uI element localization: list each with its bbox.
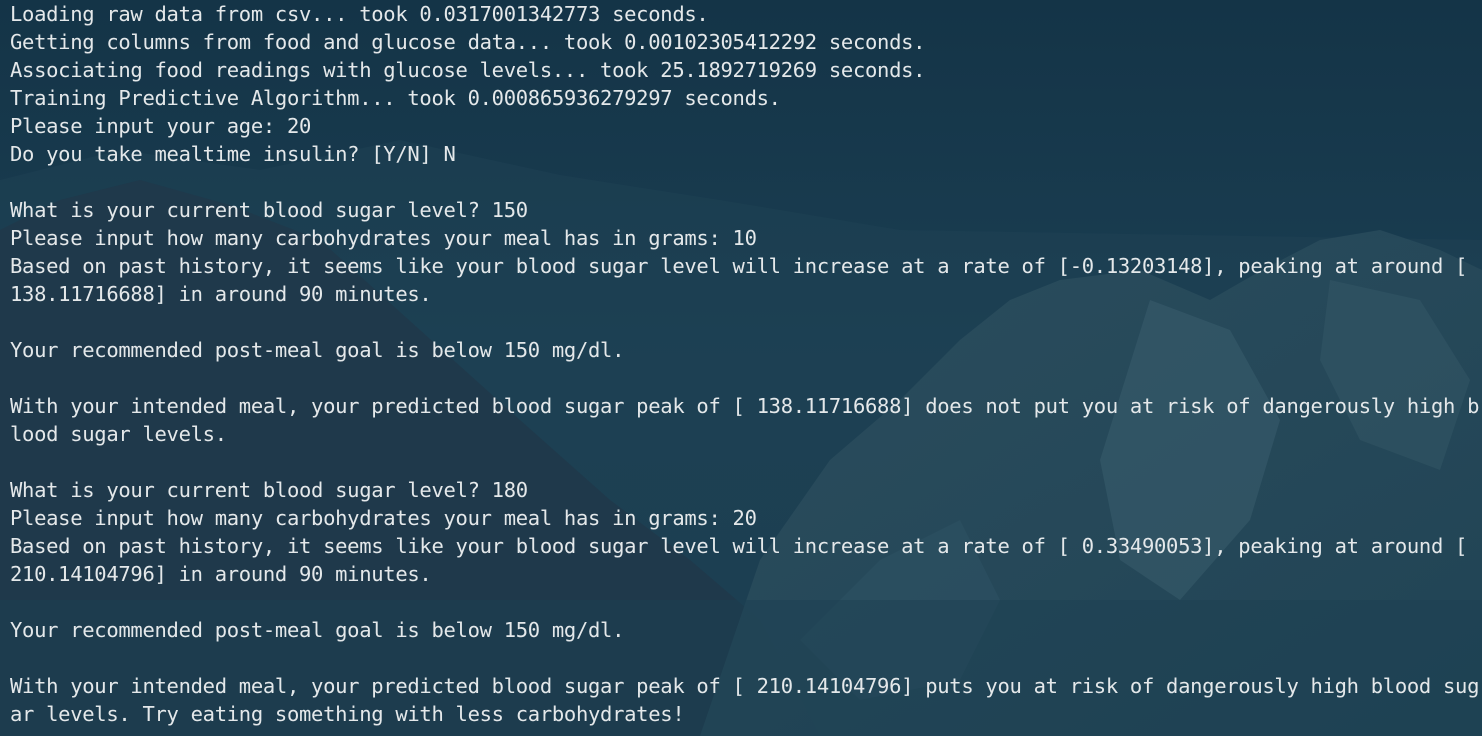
terminal-line: Please input how many carbohydrates your… — [10, 226, 757, 250]
terminal-line: Getting columns from food and glucose da… — [10, 30, 926, 54]
terminal-line: Based on past history, it seems like you… — [10, 534, 1468, 558]
terminal-line: Please input how many carbohydrates your… — [10, 506, 757, 530]
terminal-window[interactable]: Loading raw data from csv... took 0.0317… — [0, 0, 1482, 736]
terminal-line: Do you take mealtime insulin? [Y/N] N — [10, 142, 456, 166]
terminal-line: With your intended meal, your predicted … — [10, 674, 1480, 698]
terminal-line: Loading raw data from csv... took 0.0317… — [10, 2, 709, 26]
terminal-line: Associating food readings with glucose l… — [10, 58, 926, 82]
terminal-line: 210.14104796] in around 90 minutes. — [10, 562, 432, 586]
terminal-line: Based on past history, it seems like you… — [10, 254, 1468, 278]
terminal-line: Your recommended post-meal goal is below… — [10, 338, 625, 362]
terminal-line: With your intended meal, your predicted … — [10, 394, 1480, 418]
terminal-line: Your recommended post-meal goal is below… — [10, 618, 625, 642]
terminal-line: Training Predictive Algorithm... took 0.… — [10, 86, 781, 110]
terminal-line: lood sugar levels. — [10, 422, 227, 446]
terminal-line: Please input your age: 20 — [10, 114, 312, 138]
terminal-line: 138.11716688] in around 90 minutes. — [10, 282, 432, 306]
terminal-line: ar levels. Try eating something with les… — [10, 702, 685, 726]
terminal-line: What is your current blood sugar level? … — [10, 198, 528, 222]
terminal-output[interactable]: Loading raw data from csv... took 0.0317… — [10, 0, 1480, 728]
terminal-line: What is your current blood sugar level? … — [10, 478, 528, 502]
